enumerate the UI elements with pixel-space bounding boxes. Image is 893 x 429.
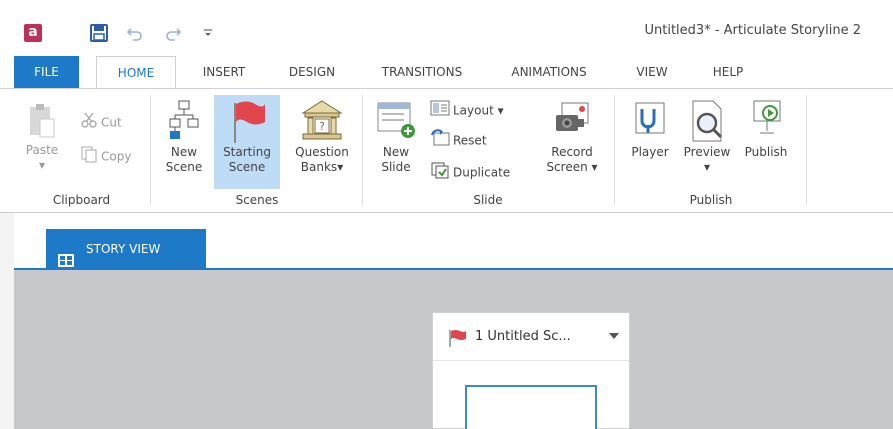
paste-button[interactable]: Paste ▾ — [20, 97, 64, 187]
layout-dropdown-arrow: ▾ — [493, 103, 504, 118]
left-edge — [0, 213, 14, 429]
copy-button[interactable]: Copy — [80, 145, 131, 165]
tab-insert[interactable]: INSERT — [186, 56, 262, 88]
redo-icon[interactable] — [164, 24, 182, 42]
tab-home[interactable]: HOME — [96, 56, 176, 89]
preview-dropdown-arrow: ▾ — [703, 160, 711, 174]
layout-icon — [430, 99, 450, 123]
clipboard-group-label: Clipboard — [52, 193, 111, 207]
duplicate-icon — [430, 161, 450, 185]
publish-button[interactable]: Publish — [738, 97, 794, 187]
slide-thumbnail[interactable] — [465, 385, 597, 429]
tab-file[interactable]: FILE — [14, 56, 79, 88]
title-bar: a Untitled3* - Articulate Storyline 2 — [0, 0, 893, 56]
new-slide-icon — [377, 102, 415, 138]
question-banks-dropdown-arrow: ▾ — [337, 160, 344, 174]
reset-button[interactable]: Reset — [430, 129, 487, 149]
starting-scene-button[interactable]: Starting Scene — [214, 95, 280, 189]
new-scene-button[interactable]: New Scene — [162, 97, 206, 187]
scene-tree-icon — [169, 100, 199, 139]
group-divider — [806, 95, 807, 205]
preview-button[interactable]: Preview ▾ — [678, 97, 736, 187]
cut-button[interactable]: Cut — [80, 111, 122, 131]
scenes-group-label: Scenes — [235, 193, 279, 207]
tab-animations[interactable]: ANIMATIONS — [490, 56, 608, 88]
player-icon — [635, 102, 665, 134]
new-slide-button[interactable]: New Slide — [372, 97, 420, 187]
question-banks-button[interactable]: ? Question Banks▾ — [286, 97, 358, 187]
scene-card[interactable]: 1 Untitled Sc... — [432, 312, 630, 429]
copy-icon — [80, 145, 98, 169]
scene-title: 1 Untitled Sc... — [475, 329, 571, 344]
tab-view[interactable]: VIEW — [620, 56, 684, 88]
starting-scene-flag-icon — [447, 329, 467, 350]
red-flag-icon — [234, 101, 265, 143]
tab-transitions[interactable]: TRANSITIONS — [360, 56, 484, 88]
slide-group-label: Slide — [473, 193, 503, 207]
player-button[interactable]: Player — [624, 97, 676, 187]
tab-design[interactable]: DESIGN — [272, 56, 352, 88]
bank-icon: ? — [301, 100, 343, 140]
undo-icon[interactable] — [126, 24, 144, 42]
paste-dropdown-arrow: ▾ — [38, 158, 46, 172]
tab-help[interactable]: HELP — [698, 56, 758, 88]
save-icon[interactable] — [90, 24, 108, 42]
paste-icon — [30, 104, 55, 138]
ribbon: Paste ▾ Cut Copy Clipboard New Scene Sta… — [0, 88, 893, 213]
svg-text:?: ? — [319, 120, 325, 133]
record-screen-icon — [556, 102, 589, 131]
app-logo[interactable]: a — [24, 24, 42, 42]
duplicate-button[interactable]: Duplicate — [430, 161, 510, 181]
publish-group-label: Publish — [689, 193, 733, 207]
preview-icon — [692, 100, 723, 142]
scene-menu-dropdown-icon[interactable] — [609, 333, 619, 339]
scissors-icon — [80, 111, 98, 135]
group-divider — [614, 95, 615, 205]
publish-icon — [753, 100, 781, 134]
record-screen-button[interactable]: Record Screen ▾ — [540, 97, 604, 187]
layout-button[interactable]: Layout ▾ — [430, 99, 504, 119]
window-title: Untitled3* - Articulate Storyline 2 — [644, 23, 862, 38]
record-screen-dropdown-arrow: ▾ — [587, 160, 598, 174]
group-divider — [150, 95, 151, 205]
customize-icon[interactable] — [202, 24, 214, 42]
tab-story-view[interactable]: STORY VIEW — [46, 229, 206, 269]
group-divider — [362, 95, 363, 205]
ribbon-tabs: FILE HOME INSERT DESIGN TRANSITIONS ANIM… — [0, 56, 893, 89]
scene-header[interactable]: 1 Untitled Sc... — [433, 313, 629, 361]
reset-icon — [430, 129, 450, 153]
